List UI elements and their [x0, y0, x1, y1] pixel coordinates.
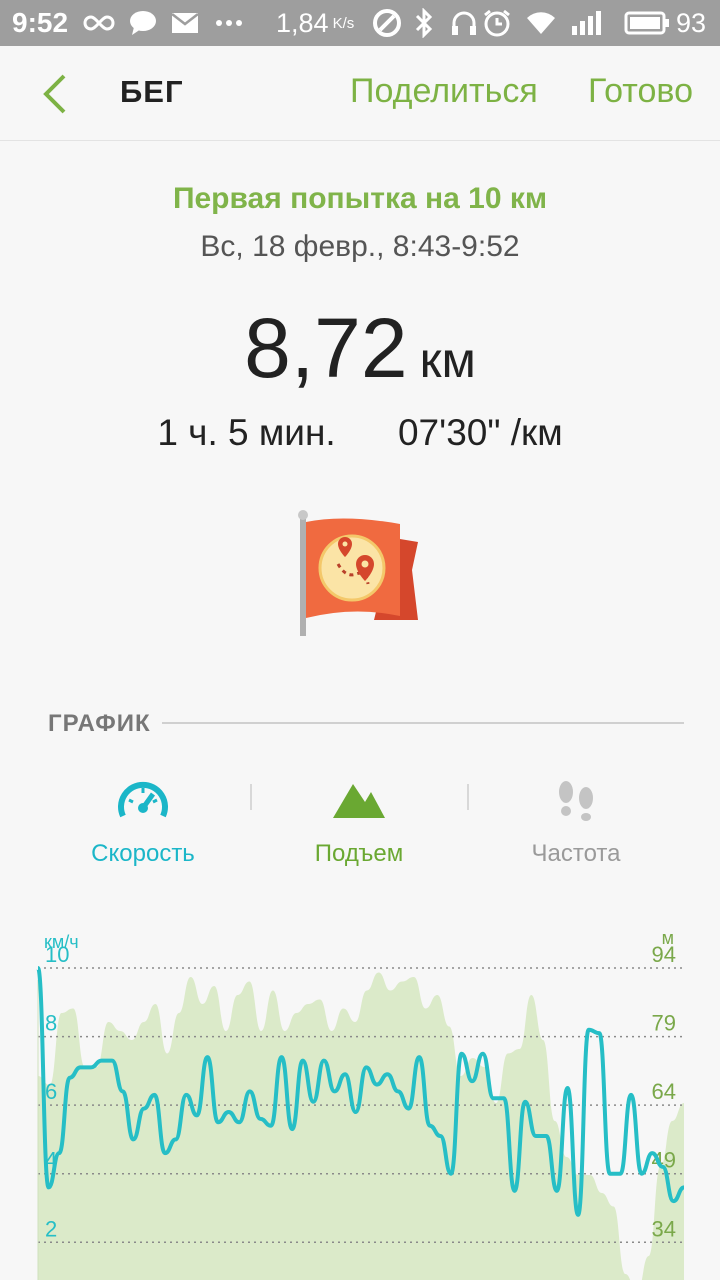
- more-icon: [216, 0, 242, 46]
- right-axis-unit: м: [662, 928, 674, 948]
- graph-section-title: ГРАФИК: [48, 710, 151, 737]
- distance-unit: км: [419, 332, 476, 388]
- page-title: БЕГ: [120, 74, 184, 109]
- tab-speed-label: Скорость: [91, 840, 195, 867]
- status-bar: 9:52 1,84 K/s 93: [0, 0, 720, 46]
- infinity-icon: [82, 0, 116, 46]
- alarm-icon: [482, 0, 512, 46]
- tab-separator: [250, 784, 252, 810]
- distance: 8,72 км: [0, 300, 720, 397]
- workout-date: Вс, 18 февр., 8:43-9:52: [200, 230, 520, 263]
- app-bar: БЕГ Поделиться Готово: [0, 46, 720, 141]
- signal-icon: [570, 0, 608, 46]
- battery-icon: [624, 0, 670, 46]
- route-flag-icon: [294, 508, 424, 638]
- mail-icon: [171, 0, 199, 46]
- share-button[interactable]: Поделиться: [350, 72, 538, 111]
- pace: 07'30" /км: [397, 412, 563, 453]
- footsteps-icon: [476, 770, 676, 830]
- tab-elevation[interactable]: Подъем: [259, 770, 459, 868]
- bluetooth-icon: [414, 0, 434, 46]
- workout-name: Первая попытка на 10 км: [172, 182, 548, 215]
- duration: 1 ч. 5 мин.: [157, 412, 336, 453]
- battery-level: 93: [676, 7, 707, 38]
- tab-cadence-label: Частота педалирования: [490, 840, 663, 876]
- tab-cadence[interactable]: Частота педалирования: [476, 770, 676, 876]
- left-axis-unit: км/ч: [44, 932, 79, 952]
- elevation-area: [38, 972, 684, 1280]
- network-speed-value: 1,84: [276, 7, 329, 38]
- chat-icon: [128, 0, 158, 46]
- headset-icon: [450, 0, 478, 46]
- distance-value: 8,72: [244, 301, 408, 395]
- back-button[interactable]: [36, 72, 76, 116]
- network-speed: 1,84 K/s: [276, 0, 354, 46]
- network-speed-unit: K/s: [332, 14, 355, 32]
- tab-separator: [467, 784, 469, 810]
- speed-elevation-chart: 10 948 796 644 492 34км/ч м: [36, 928, 685, 1280]
- tab-elevation-label: Подъем: [314, 840, 404, 867]
- left-tick-label: 8: [45, 1011, 57, 1036]
- wifi-icon: [526, 0, 556, 46]
- left-tick-label: 2: [45, 1216, 57, 1241]
- status-time: 9:52: [12, 7, 69, 38]
- mountain-icon: [259, 770, 459, 830]
- right-tick-label: 79: [652, 1011, 676, 1036]
- right-tick-label: 34: [652, 1216, 676, 1241]
- tab-speed[interactable]: Скорость: [43, 770, 243, 868]
- speedometer-icon: [43, 770, 243, 830]
- data-icon: [372, 0, 402, 46]
- section-divider: [162, 722, 684, 724]
- workout-stats: 1 ч. 5 мин. 07'30" /км: [0, 412, 720, 454]
- chevron-left-icon: [43, 74, 66, 114]
- left-tick-label: 6: [45, 1079, 57, 1104]
- right-tick-label: 64: [652, 1079, 676, 1104]
- done-button[interactable]: Готово: [588, 72, 693, 111]
